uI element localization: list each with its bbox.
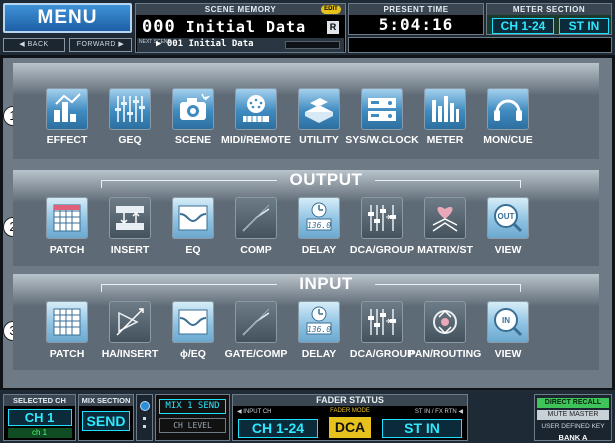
menu-block: MENU ◀ BACK FORWARD ▶ <box>3 3 132 53</box>
gate-comp-icon <box>235 301 277 343</box>
present-time-panel: PRESENT TIME 5:04:16 <box>348 3 484 35</box>
scene-memory-panel[interactable]: SCENE MEMORY EDIT 000 Initial Data R NEX… <box>135 3 346 53</box>
effect-icon <box>46 88 88 130</box>
current-scene: 000 Initial Data <box>142 17 306 37</box>
ha-insert-icon <box>109 301 151 343</box>
sys-wclock-icon <box>361 88 403 130</box>
user-defined-key-label: USER DEFINED KEY <box>541 423 605 430</box>
menu-button[interactable]: MENU <box>3 3 132 33</box>
mix-display: MIX 1 SEND CH LEVEL <box>155 394 230 441</box>
output-band-title: OUTPUT <box>13 170 599 190</box>
selected-ch-header: SELECTED CH <box>4 395 75 406</box>
meter-section-panel: METER SECTION CH 1-24 ST IN <box>486 3 612 35</box>
back-button[interactable]: ◀ BACK <box>3 38 65 52</box>
input-ch-label: ◀ INPUT CH <box>237 409 272 415</box>
dca-group-icon <box>361 197 403 239</box>
output-heading: OUTPUT <box>289 170 363 189</box>
patch-icon <box>46 301 88 343</box>
output-divider-left <box>101 180 277 181</box>
mix-send-display: MIX 1 SEND <box>159 399 226 414</box>
selected-ch-name: ch 1 <box>7 428 72 438</box>
mix-section-panel[interactable]: MIX SECTION SEND <box>78 394 134 441</box>
indicator-dot-icon <box>143 417 146 420</box>
meter-section-header: METER SECTION <box>487 4 611 15</box>
geq-icon <box>109 88 151 130</box>
pan-routing-icon <box>424 301 466 343</box>
meter-stin-button[interactable]: ST IN <box>559 18 609 34</box>
top-bar: MENU ◀ BACK FORWARD ▶ SCENE MEMORY EDIT … <box>0 0 615 55</box>
input-tick-left <box>101 284 102 292</box>
meter-icon <box>424 88 466 130</box>
input-tick-right <box>520 284 521 292</box>
dca-group-icon <box>361 301 403 343</box>
bottom-bar: SELECTED CH CH 1 ch 1 MIX SECTION SEND M… <box>0 390 615 443</box>
mix-section-header: MIX SECTION <box>79 395 133 406</box>
view-icon: OUT <box>487 197 529 239</box>
input-heading: INPUT <box>299 274 353 293</box>
next-scene-row: NEXT SCENE ▶ 001 Initial Data <box>137 38 344 52</box>
top-meter-strip <box>348 37 612 53</box>
output-tick-left <box>101 180 102 188</box>
direct-recall-button[interactable]: DIRECT RECALL <box>537 398 609 408</box>
output-divider-right <box>375 180 521 181</box>
meter-ch-button[interactable]: CH 1-24 <box>492 18 554 34</box>
input-divider-right <box>375 284 521 285</box>
next-scene-bar <box>285 41 340 49</box>
scene-icon <box>172 88 214 130</box>
function-access-panel: 1 2 3 EFFECT GEQ SCENE <box>3 58 612 388</box>
bank-label[interactable]: BANK A <box>537 433 609 442</box>
read-only-badge: R <box>327 21 339 34</box>
fader-status-header: FADER STATUS <box>233 395 467 406</box>
output-view-label: VIEW <box>494 244 522 256</box>
input-view-label: VIEW <box>494 348 522 360</box>
input-function-row: INPUT PATCH HA/INSERT ϕ/EQ GATE/COMP 136… <box>13 274 599 370</box>
svg-text:136.0: 136.0 <box>307 325 331 334</box>
encoder-indicator <box>136 394 153 441</box>
fader-status-panel: FADER STATUS ◀ INPUT CH FADER MODE ST IN… <box>232 394 468 441</box>
svg-text:136.0: 136.0 <box>307 221 331 230</box>
output-tick-right <box>520 180 521 188</box>
input-band-title: INPUT <box>13 274 599 294</box>
selected-ch-value: CH 1 <box>7 409 72 426</box>
knob-icon <box>140 401 150 411</box>
fader-stin-button[interactable]: ST IN <box>382 419 462 438</box>
scene-title: Initial Data <box>185 18 307 36</box>
delay-icon: 136.0 <box>298 197 340 239</box>
stin-fxrtn-label: ST IN / FX RTN ◀ <box>414 409 463 415</box>
scene-memory-header: SCENE MEMORY <box>136 4 345 15</box>
user-keys-panel: DIRECT RECALL MUTE MASTER USER DEFINED K… <box>534 394 612 442</box>
mix-section-value: SEND <box>82 411 130 431</box>
screen: MENU ◀ BACK FORWARD ▶ SCENE MEMORY EDIT … <box>0 0 615 443</box>
delay-icon: 136.0 <box>298 301 340 343</box>
midi-remote-icon <box>235 88 277 130</box>
svg-text:OUT: OUT <box>498 212 515 221</box>
eq-icon <box>172 197 214 239</box>
phase-eq-icon <box>172 301 214 343</box>
fader-input-ch-button[interactable]: CH 1-24 <box>238 419 318 438</box>
present-time-header: PRESENT TIME <box>349 4 483 15</box>
present-time-value: 5:04:16 <box>378 15 454 34</box>
comp-icon <box>235 197 277 239</box>
input-divider-left <box>101 284 277 285</box>
patch-icon <box>46 197 88 239</box>
fader-mode-button[interactable]: DCA <box>329 417 371 438</box>
output-function-row: OUTPUT PATCH INSERT EQ COMP 136.0 DELAY … <box>13 170 599 266</box>
next-scene-text: ▶ 001 Initial Data <box>156 39 254 49</box>
matrix-st-icon <box>424 197 466 239</box>
ch-level-display: CH LEVEL <box>159 418 226 433</box>
view-icon: IN <box>487 301 529 343</box>
mute-master-button[interactable]: MUTE MASTER <box>537 410 609 420</box>
indicator-dot-icon <box>143 425 146 428</box>
scene-number: 000 <box>142 17 176 37</box>
utility-icon <box>298 88 340 130</box>
svg-text:IN: IN <box>502 316 510 325</box>
general-function-row: EFFECT GEQ SCENE MIDI/REMOTE UTILITY SYS… <box>13 63 599 159</box>
insert-icon <box>109 197 151 239</box>
mon-cue-label: MON/CUE <box>483 134 533 146</box>
mon-cue-icon <box>487 88 529 130</box>
forward-button[interactable]: FORWARD ▶ <box>69 38 132 52</box>
selected-ch-panel[interactable]: SELECTED CH CH 1 ch 1 <box>3 394 76 441</box>
edit-badge: EDIT <box>321 5 341 14</box>
